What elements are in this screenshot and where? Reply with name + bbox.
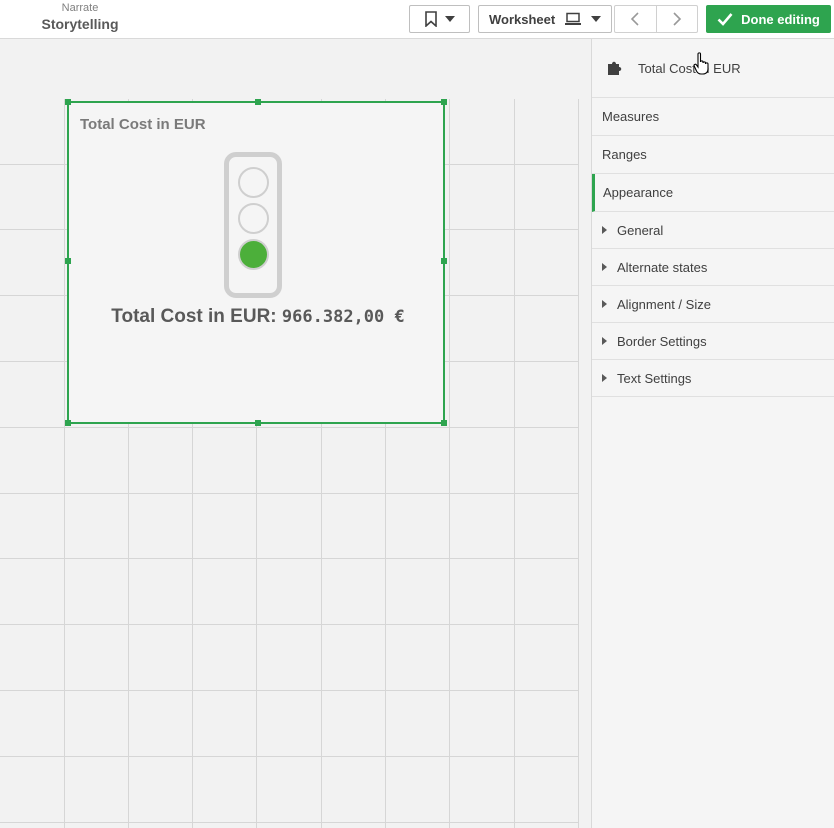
top-toolbar: Narrate Storytelling Worksheet Done edit… [0, 0, 834, 39]
hand-pointer-icon [693, 52, 709, 75]
resize-handle-top[interactable] [255, 99, 261, 105]
resize-handle-bottom-right[interactable] [441, 420, 447, 426]
properties-panel: Total Cost in EUR Measures Ranges Appear… [591, 39, 834, 828]
done-editing-label: Done editing [741, 11, 820, 27]
caret-right-icon [602, 300, 607, 308]
chevron-down-icon [590, 16, 601, 22]
section-measures[interactable]: Measures [592, 98, 834, 136]
checkmark-icon [717, 13, 733, 26]
worksheet-button[interactable]: Worksheet [478, 5, 612, 33]
subsection-general[interactable]: General [592, 212, 834, 249]
subsection-label: Alternate states [617, 259, 708, 275]
subsection-text-settings[interactable]: Text Settings [592, 360, 834, 397]
chevron-down-icon [444, 16, 455, 22]
chevron-right-icon [673, 12, 681, 26]
kpi-label: Total Cost in EUR: [111, 306, 277, 327]
caret-right-icon [602, 263, 607, 271]
next-sheet-button[interactable] [655, 6, 698, 32]
section-label: Appearance [603, 185, 674, 200]
caret-right-icon [602, 374, 607, 382]
done-editing-button[interactable]: Done editing [706, 5, 831, 33]
chevron-left-icon [631, 12, 639, 26]
subsection-label: Text Settings [617, 370, 692, 386]
resize-handle-left[interactable] [65, 258, 71, 264]
traffic-light-kpi-object[interactable]: Total Cost in EUR Total Cost in EUR: 966… [65, 99, 447, 426]
traffic-light-green [238, 239, 269, 270]
subsection-alignment-size[interactable]: Alignment / Size [592, 286, 834, 323]
resize-handle-top-right[interactable] [441, 99, 447, 105]
object-title: Total Cost in EUR [80, 116, 206, 133]
sheet-canvas[interactable]: Total Cost in EUR Total Cost in EUR: 966… [0, 39, 591, 828]
sheet-navigation [614, 5, 698, 33]
caret-right-icon [602, 226, 607, 234]
sheet-tab[interactable]: Narrate Storytelling [40, 2, 120, 33]
subsection-label: Alignment / Size [617, 296, 711, 312]
kpi-value: 966.382,00 € [281, 307, 405, 327]
section-label: Measures [602, 109, 660, 124]
resize-handle-top-left[interactable] [65, 99, 71, 105]
traffic-light-yellow [238, 203, 269, 234]
traffic-light-red [238, 167, 269, 198]
sheet-kind-label: Narrate [61, 2, 99, 14]
resize-handle-right[interactable] [441, 258, 447, 264]
object-name-label: Total Cost in EUR [638, 60, 741, 76]
subsection-label: General [617, 222, 664, 238]
traffic-light [224, 152, 282, 298]
previous-sheet-button[interactable] [615, 6, 656, 32]
caret-right-icon [602, 337, 607, 345]
properties-header: Total Cost in EUR [592, 39, 834, 98]
subsection-label: Border Settings [617, 333, 707, 349]
subsection-border-settings[interactable]: Border Settings [592, 323, 834, 360]
resize-handle-bottom[interactable] [255, 420, 261, 426]
kpi-readout: Total Cost in EUR: 966.382,00 € [69, 306, 447, 328]
bookmark-icon [424, 11, 437, 27]
subsection-alternate-states[interactable]: Alternate states [592, 249, 834, 286]
resize-handle-bottom-left[interactable] [65, 420, 71, 426]
extension-puzzle-icon [608, 61, 622, 75]
section-ranges[interactable]: Ranges [592, 136, 834, 174]
sheet-name-label: Storytelling [41, 16, 119, 32]
section-appearance[interactable]: Appearance [592, 174, 834, 212]
laptop-icon [565, 12, 582, 25]
section-label: Ranges [602, 147, 647, 162]
bookmark-button[interactable] [409, 5, 470, 33]
worksheet-label: Worksheet [489, 11, 556, 27]
